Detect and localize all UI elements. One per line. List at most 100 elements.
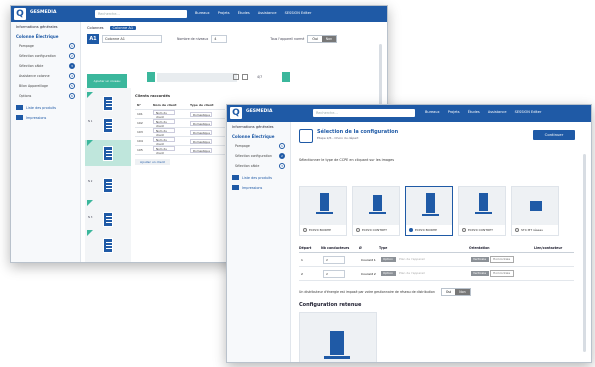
add-level-button[interactable]: Ajouter un niveau xyxy=(87,74,127,88)
nav-item-projets[interactable]: Projets xyxy=(218,11,230,15)
product-card[interactable]: ST4 MT réseau xyxy=(511,186,559,236)
search-input[interactable]: Recherche... xyxy=(313,109,415,117)
column-name-input[interactable]: Colonne A1 xyxy=(102,35,162,43)
vertical-toggle[interactable]: Verticale xyxy=(471,257,490,263)
sidebar-step-2[interactable]: Sélection configuration 2 xyxy=(227,151,290,161)
yes-no-toggle[interactable]: Oui Non xyxy=(440,288,471,296)
floors-input[interactable]: 4 xyxy=(211,35,228,43)
cabinet-icon[interactable] xyxy=(103,178,113,193)
cabinet-icon xyxy=(426,193,435,213)
product-card-selected[interactable]: ECP20 BOIRHE xyxy=(405,186,453,236)
sidebar-step-6[interactable]: Options 6 xyxy=(11,91,80,101)
sidebar-step-3[interactable]: Sélection câble 3 xyxy=(11,61,80,71)
scrollbar[interactable] xyxy=(583,154,586,352)
search-input[interactable]: Recherche... xyxy=(95,10,187,18)
logo-icon[interactable]: Q xyxy=(14,8,26,20)
brand-name: GESMEDIA xyxy=(246,109,273,114)
sidebar-step-1[interactable]: Pompage 1 xyxy=(11,41,80,51)
base-icon xyxy=(316,212,333,214)
level-marker xyxy=(87,140,93,146)
sidebar-step-3[interactable]: Sélection câble 3 xyxy=(227,161,290,171)
printer-icon xyxy=(16,115,23,120)
window-configuration: Q GESMEDIA Recherche... Bureaux Projets … xyxy=(226,104,592,363)
toggle-label: Tous l'appareil normé xyxy=(270,37,305,41)
add-client-button[interactable]: Ajouter un client xyxy=(135,159,170,165)
level-marker xyxy=(87,230,93,236)
cabinet-icon[interactable] xyxy=(103,238,113,253)
horizontal-toggle[interactable]: Horizontale xyxy=(490,270,515,277)
cabinet-icon xyxy=(479,193,488,211)
base-icon xyxy=(475,212,492,214)
nav-item-bureaux[interactable]: Bureaux xyxy=(195,11,210,15)
sidebar-link-products[interactable]: Liste des produits xyxy=(227,171,290,181)
horizontal-toggle[interactable]: Horizontale xyxy=(490,256,515,263)
sidebar-step-5[interactable]: Bilan Appareillage 5 xyxy=(11,81,80,91)
sidebar-step-2[interactable]: Sélection configuration 2 xyxy=(11,51,80,61)
page-subtitle: Étape 2/6 - Choix du départ xyxy=(317,136,359,140)
product-card[interactable]: ECP20 CONTRET xyxy=(352,186,400,236)
conductor-select[interactable]: 2 xyxy=(323,269,345,278)
nav-item-session[interactable]: SESSION Editer xyxy=(515,110,542,114)
product-radio[interactable] xyxy=(409,228,413,232)
copy-icon[interactable] xyxy=(233,74,239,80)
column-badge: A1 xyxy=(87,34,99,44)
product-radio[interactable] xyxy=(515,228,519,232)
logo-icon[interactable]: Q xyxy=(230,107,242,119)
level-marker xyxy=(87,92,93,98)
product-card[interactable]: ECP20 CONTRET xyxy=(458,186,506,236)
tab-column-a1[interactable]: Colonne A1 xyxy=(109,26,137,30)
cabinet-icon xyxy=(320,193,329,211)
table-title: Clients raccordés xyxy=(135,94,171,98)
sidebar-general-info[interactable]: Informations générales xyxy=(11,22,80,31)
sidebar-link-print[interactable]: Impressions xyxy=(11,111,80,121)
top-nav: Q GESMEDIA Recherche... Bureaux Projets … xyxy=(227,105,591,122)
product-radio[interactable] xyxy=(356,228,360,232)
base-icon xyxy=(324,356,350,359)
next-level-button[interactable] xyxy=(282,72,290,82)
yes-no-toggle[interactable]: Oui Non xyxy=(307,35,338,43)
column-header: A1 Colonne A1 Nombre de niveaux 4 Tous l… xyxy=(87,34,338,44)
nav-menu: Bureaux Projets Études Assistance SESSIO… xyxy=(195,11,318,15)
option-button[interactable]: Option xyxy=(381,271,397,276)
sidebar: Informations générales Colonne Électriqu… xyxy=(227,122,291,362)
cabinet-icon[interactable] xyxy=(103,146,113,161)
list-icon xyxy=(232,175,239,180)
nav-item-etudes[interactable]: Études xyxy=(468,110,480,114)
sidebar-general-info[interactable]: Informations générales xyxy=(227,122,290,131)
nav-item-bureaux[interactable]: Bureaux xyxy=(425,110,440,114)
nav-item-projets[interactable]: Projets xyxy=(448,110,460,114)
base-icon xyxy=(422,214,439,216)
main-content: Sélection de la configuration Étape 2/6 … xyxy=(295,124,587,362)
nav-item-session[interactable]: SESSION Editer xyxy=(285,11,312,15)
product-card[interactable]: ECP20 BOIRHE xyxy=(299,186,347,236)
sidebar-step-1[interactable]: Pompage 1 xyxy=(227,141,290,151)
nav-item-assistance[interactable]: Assistance xyxy=(488,110,507,114)
cabinet-icon[interactable] xyxy=(103,96,113,111)
cabinet-icon xyxy=(330,331,344,355)
sidebar-section-title[interactable]: Colonne Électrique xyxy=(11,31,80,41)
cabinet-icon[interactable] xyxy=(103,118,113,133)
sidebar-link-print[interactable]: Impressions xyxy=(227,181,290,191)
sidebar-section-title[interactable]: Colonne Électrique xyxy=(227,131,290,141)
config-preview xyxy=(299,312,377,362)
continue-button[interactable]: Continuer xyxy=(533,130,575,140)
cabinet-icon[interactable] xyxy=(103,212,113,227)
product-radio[interactable] xyxy=(462,228,466,232)
sidebar: Informations générales Colonne Électriqu… xyxy=(11,22,81,262)
table-header: Départ Nb conducteurs Ø Type Orientation… xyxy=(299,244,574,253)
nav-item-etudes[interactable]: Études xyxy=(238,11,250,15)
conductor-select[interactable]: 2 xyxy=(323,255,345,264)
distributor-question: Un distributeur d'énergie est imposé par… xyxy=(299,288,471,296)
product-radio[interactable] xyxy=(303,228,307,232)
sidebar-link-products[interactable]: Liste des produits xyxy=(11,101,80,111)
vertical-toggle[interactable]: Verticale xyxy=(471,271,490,277)
tab-columns[interactable]: Colonnes xyxy=(87,26,104,30)
option-button[interactable]: Option xyxy=(381,257,397,262)
configuration-icon xyxy=(299,129,313,143)
prev-level-button[interactable] xyxy=(147,72,155,82)
nav-item-assistance[interactable]: Assistance xyxy=(258,11,277,15)
choose-instruction: Sélectionner le type de CCPE en cliquant… xyxy=(299,158,394,162)
trash-icon[interactable] xyxy=(242,74,248,80)
sidebar-step-4[interactable]: Assistance colonne 4 xyxy=(11,71,80,81)
level-label: N 3 xyxy=(88,216,93,219)
